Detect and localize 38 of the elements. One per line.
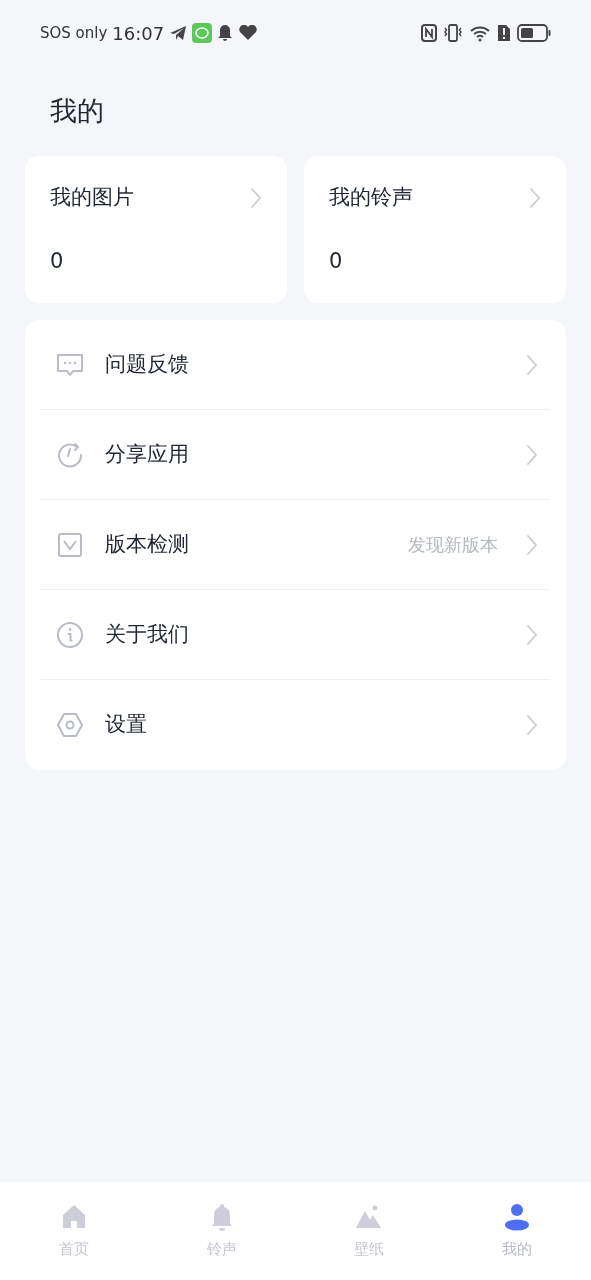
heart-icon <box>238 25 259 41</box>
bell-icon <box>217 24 234 42</box>
send-icon <box>169 25 188 41</box>
menu-item[interactable]: 版本检测 发现新版本 <box>41 500 550 590</box>
page-title: 我的 <box>50 93 104 128</box>
card-title: 我的图片 <box>50 184 134 211</box>
stat-card[interactable]: 我的铃声 0 <box>304 156 566 303</box>
settings-icon <box>55 710 85 740</box>
card-title: 我的铃声 <box>329 184 413 211</box>
carrier-text: SOS only <box>40 22 108 44</box>
chat-app-icon <box>192 23 213 43</box>
menu-label: 分享应用 <box>105 440 190 468</box>
chevron-right-icon <box>250 186 262 209</box>
card-count: 0 <box>50 247 65 275</box>
wifi-icon <box>469 24 491 42</box>
vibrate-icon <box>443 24 463 42</box>
chevron-right-icon <box>529 186 541 209</box>
menu-label: 关于我们 <box>105 620 190 648</box>
chevron-right-icon <box>526 714 538 736</box>
menu-item[interactable]: 分享应用 <box>41 410 550 500</box>
chevron-right-icon <box>526 533 538 556</box>
card-count: 0 <box>329 247 344 275</box>
update-note: 发现新版本 <box>408 533 498 557</box>
chevron-right-icon <box>526 353 538 376</box>
chevron-right-icon <box>526 623 538 646</box>
nfc-icon <box>421 24 437 42</box>
info-icon <box>55 619 85 650</box>
menu-label: 问题反馈 <box>105 350 190 378</box>
menu-item[interactable]: 设置 <box>41 680 550 770</box>
menu-label: 版本检测 <box>105 530 190 558</box>
menu-item[interactable]: 关于我们 <box>41 590 550 680</box>
clock-text: 16:07 <box>112 21 165 46</box>
battery-icon <box>517 24 551 42</box>
chevron-right-icon <box>526 443 538 466</box>
menu-item[interactable]: 问题反馈 <box>41 320 550 410</box>
menu-label: 设置 <box>105 711 148 739</box>
stat-card[interactable]: 我的图片 0 <box>25 156 287 303</box>
sim-alert-icon <box>497 24 511 42</box>
